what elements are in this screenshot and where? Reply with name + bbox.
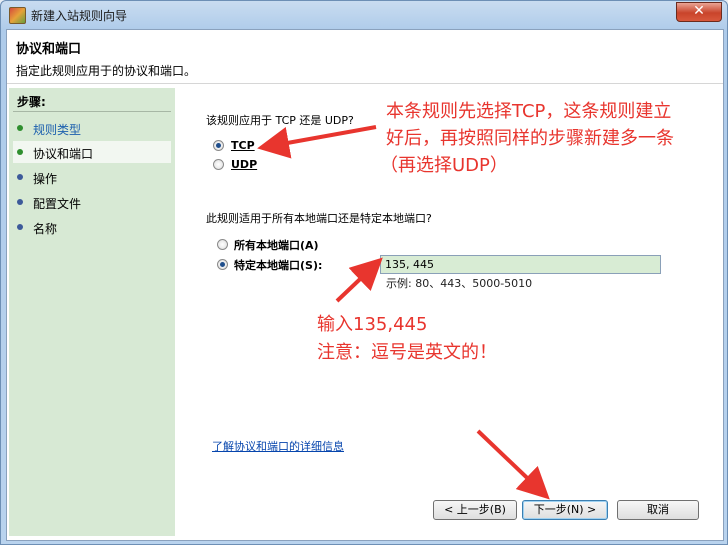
wizard-window: 新建入站规则向导 ✕ 协议和端口 指定此规则应用于的协议和端口。 步骤: 规则类…	[0, 0, 728, 545]
page-title: 协议和端口	[16, 42, 82, 57]
close-button[interactable]: ✕	[676, 2, 722, 22]
sidebar-divider	[13, 111, 171, 112]
tcp-radio[interactable]	[213, 140, 224, 151]
sidebar-item-action: 操作	[13, 166, 171, 188]
window-title: 新建入站规则向导	[31, 9, 128, 23]
annotation-middle: 输入135,445 注意：逗号是英文的！	[317, 311, 497, 367]
step-bullet-icon	[17, 125, 23, 131]
back-button[interactable]: < 上一步(B)	[433, 500, 517, 520]
protocol-question: 该规则应用于 TCP 还是 UDP?	[206, 114, 354, 127]
annotation-top: 本条规则先选择TCP，这条规则建立 好后，再按照同样的步骤新建多一条 （再选择U…	[380, 98, 674, 179]
step-bullet-icon	[17, 149, 23, 155]
sidebar-item-label: 规则类型	[33, 123, 82, 137]
sidebar-item-label: 操作	[33, 172, 58, 186]
sidebar-item-protocol-ports[interactable]: 协议和端口	[13, 141, 171, 163]
sidebar-item-rule-type[interactable]: 规则类型	[13, 117, 171, 139]
specific-ports-radio[interactable]	[217, 259, 228, 270]
step-bullet-icon	[17, 224, 23, 230]
specific-ports-label[interactable]: 特定本地端口(S):	[234, 257, 322, 273]
annotation-top-line2: 好后，再按照同样的步骤新建多一条	[386, 128, 674, 149]
steps-sidebar: 步骤: 规则类型 协议和端口 操作 配置文件 名称	[9, 88, 175, 536]
learn-more-link[interactable]: 了解协议和端口的详细信息	[212, 438, 344, 454]
step-bullet-icon	[17, 199, 23, 205]
sidebar-item-label: 配置文件	[33, 197, 82, 211]
annotation-mid-line2: 注意：逗号是英文的！	[317, 342, 497, 363]
sidebar-item-label: 名称	[33, 222, 58, 236]
sidebar-item-name: 名称	[13, 216, 171, 238]
sidebar-item-profile: 配置文件	[13, 191, 171, 213]
tcp-label[interactable]: TCP	[231, 139, 255, 152]
page-subtitle: 指定此规则应用于的协议和端口。	[16, 64, 197, 78]
udp-radio[interactable]	[213, 159, 224, 170]
firewall-icon	[9, 7, 26, 24]
step-bullet-icon	[17, 174, 23, 180]
udp-label[interactable]: UDP	[231, 158, 257, 171]
cancel-button[interactable]: 取消	[617, 500, 699, 520]
annotation-mid-line1: 输入135,445	[317, 314, 428, 335]
next-button[interactable]: 下一步(N) >	[522, 500, 608, 520]
annotation-top-line3: （再选择UDP）	[380, 155, 508, 176]
all-ports-label[interactable]: 所有本地端口(A)	[234, 237, 319, 253]
all-ports-radio[interactable]	[217, 239, 228, 250]
specific-ports-input[interactable]	[380, 255, 661, 274]
ports-example: 示例: 80、443、5000-5010	[386, 277, 533, 290]
annotation-top-line1: 本条规则先选择TCP，这条规则建立	[386, 101, 672, 122]
title-bar[interactable]: 新建入站规则向导 ✕	[1, 1, 727, 29]
sidebar-item-label: 协议和端口	[33, 147, 94, 161]
steps-heading: 步骤:	[17, 95, 46, 109]
ports-question: 此规则适用于所有本地端口还是特定本地端口?	[206, 212, 432, 225]
page-header: 协议和端口 指定此规则应用于的协议和端口。	[7, 30, 723, 84]
